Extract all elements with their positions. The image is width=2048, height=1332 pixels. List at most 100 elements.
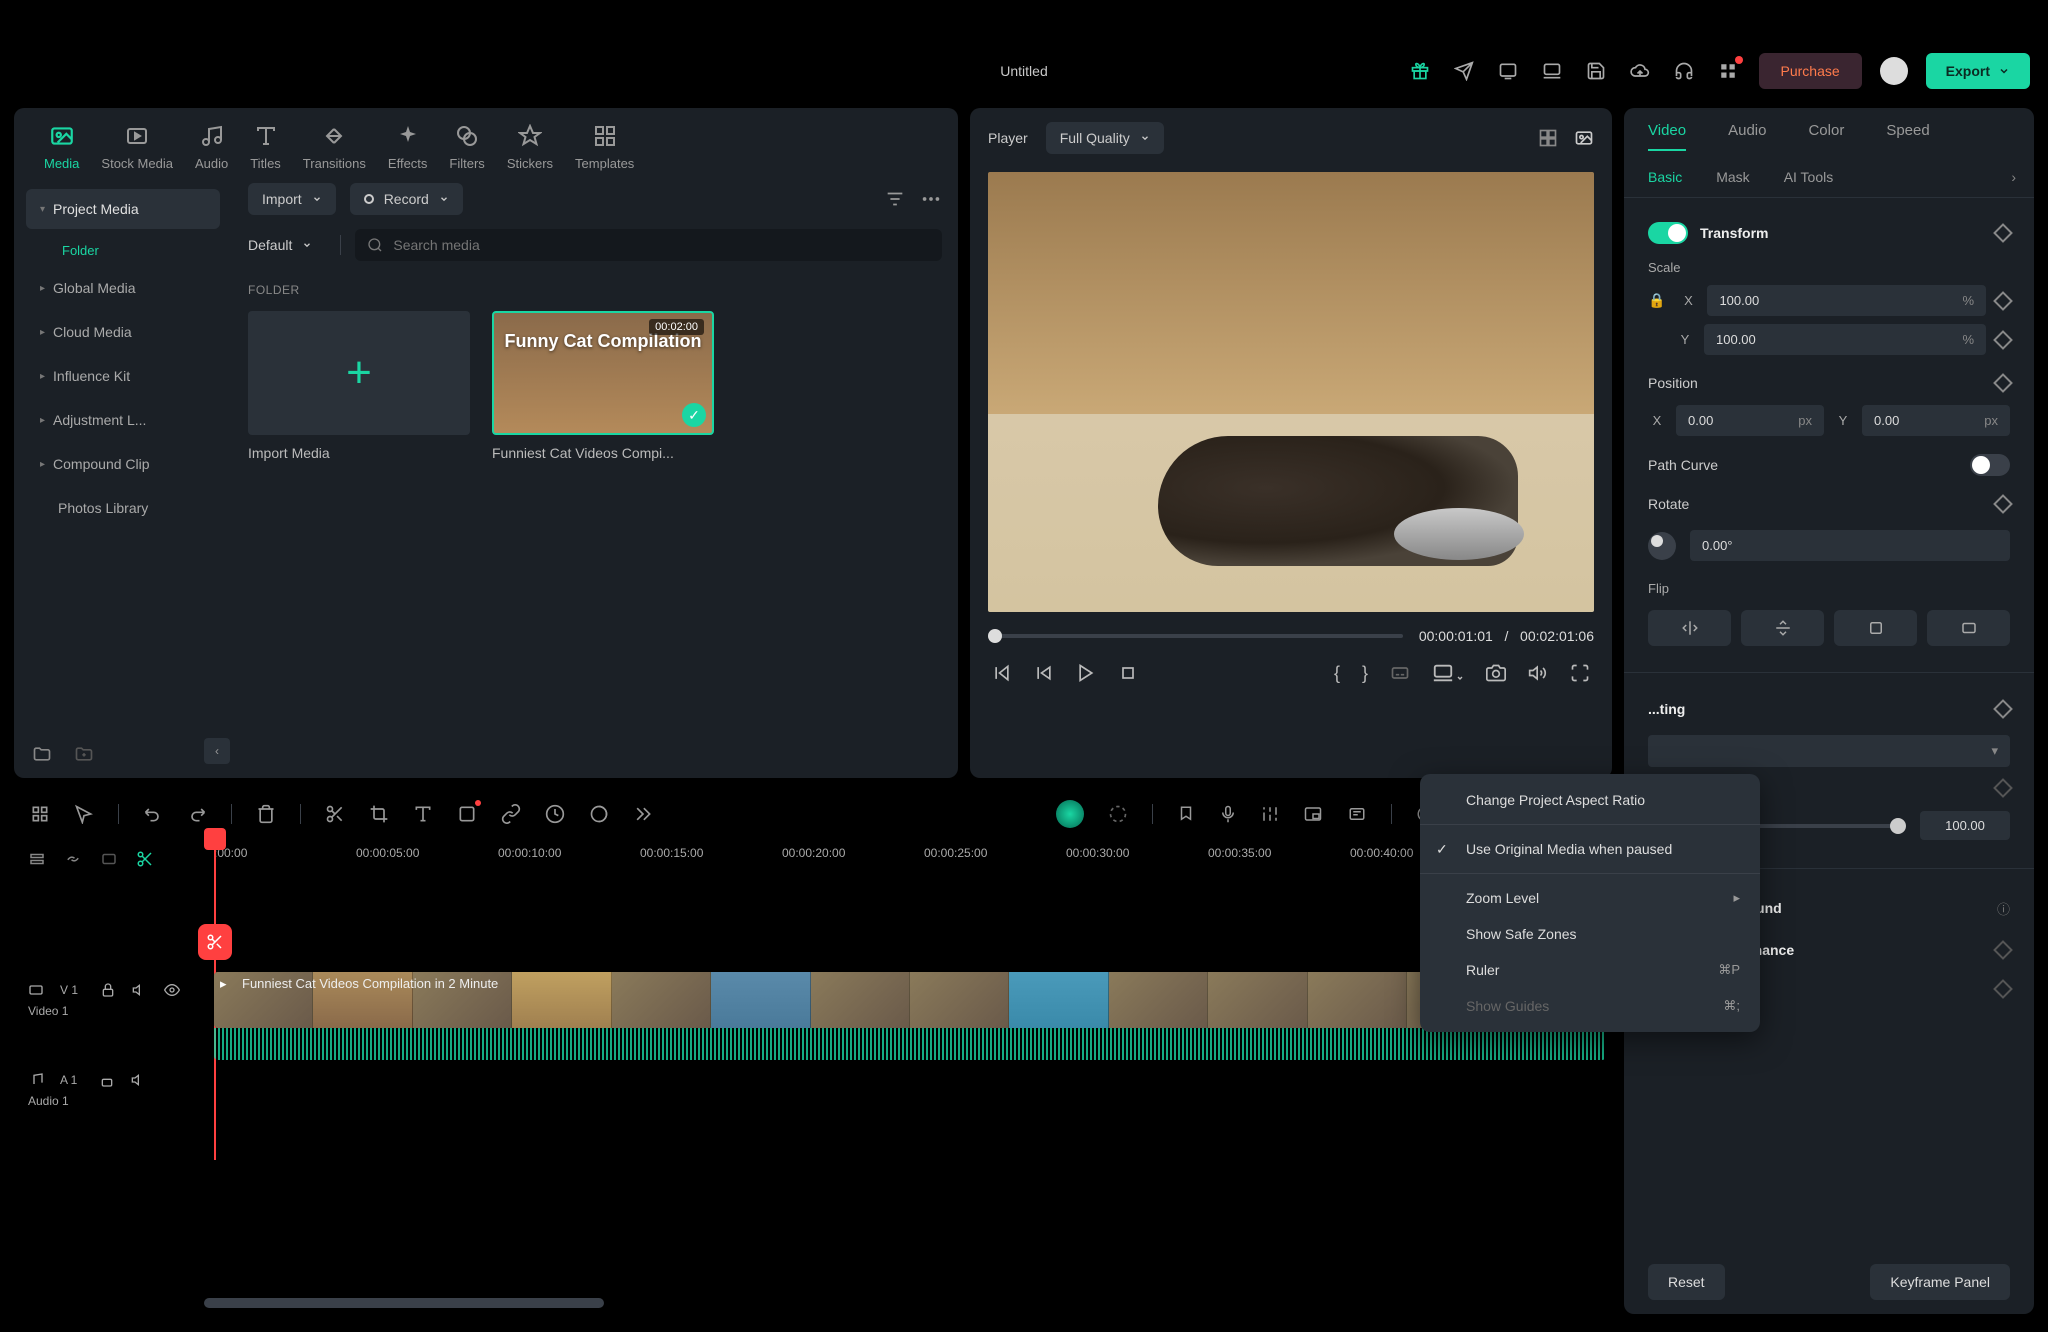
sidebar-compound-clip[interactable]: ▸Compound Clip xyxy=(26,444,220,484)
headphones-icon[interactable] xyxy=(1671,58,1697,84)
save-icon[interactable] xyxy=(1583,58,1609,84)
timeline-ruler[interactable]: :00:00 00:00:05:00 00:00:10:00 00:00:15:… xyxy=(214,846,1616,890)
sidebar-project-media[interactable]: ▾Project Media xyxy=(26,189,220,229)
sidebar-influence-kit[interactable]: ▸Influence Kit xyxy=(26,356,220,396)
track-header-icon[interactable] xyxy=(28,850,46,868)
menu-zoom-level[interactable]: Zoom Level▸ xyxy=(1420,880,1760,916)
purchase-button[interactable]: Purchase xyxy=(1759,53,1862,89)
tab-transitions[interactable]: Transitions xyxy=(303,122,366,171)
search-input[interactable] xyxy=(355,229,942,261)
prop-tab-speed[interactable]: Speed xyxy=(1886,122,1929,151)
tab-titles[interactable]: Titles xyxy=(250,122,281,171)
cloud-icon[interactable] xyxy=(1627,58,1653,84)
marker-icon[interactable] xyxy=(1177,804,1195,824)
flip-horizontal-button[interactable] xyxy=(1648,610,1731,646)
ai-assistant-icon[interactable] xyxy=(1056,800,1084,828)
display-settings-icon[interactable] xyxy=(1432,662,1464,684)
fullscreen-icon[interactable] xyxy=(1570,663,1590,683)
prop-tab-audio[interactable]: Audio xyxy=(1728,122,1766,151)
mute-icon[interactable] xyxy=(132,982,148,998)
new-bin-icon[interactable] xyxy=(74,744,94,764)
subtitle-icon[interactable] xyxy=(1390,663,1410,683)
media-clip-card[interactable]: Funny Cat Compilation 00:02:00 ✓ xyxy=(492,311,714,435)
text-icon[interactable] xyxy=(413,804,433,824)
track-options-icon[interactable] xyxy=(1347,805,1367,823)
scale-x-input[interactable]: 100.00% xyxy=(1707,285,1986,316)
shape-icon[interactable] xyxy=(457,804,477,824)
menu-ruler[interactable]: Ruler⌘P xyxy=(1420,952,1760,988)
sort-default[interactable]: Default xyxy=(248,229,326,261)
prev-frame-icon[interactable] xyxy=(992,663,1012,683)
keyframe-icon[interactable] xyxy=(1993,699,2013,719)
tab-stickers[interactable]: Stickers xyxy=(507,122,553,171)
pos-y-input[interactable]: 0.00px xyxy=(1862,405,2010,436)
player-scrubber[interactable] xyxy=(988,634,1403,638)
keyframe-icon[interactable] xyxy=(1993,330,2013,350)
audio-mixer-icon[interactable] xyxy=(1261,804,1279,824)
keyframe-panel-button[interactable]: Keyframe Panel xyxy=(1870,1264,2010,1300)
flip-fit-button[interactable] xyxy=(1927,610,2010,646)
color-icon[interactable] xyxy=(589,804,609,824)
track-auto-icon[interactable] xyxy=(136,850,154,868)
export-button[interactable]: Export xyxy=(1926,53,2030,89)
tab-effects[interactable]: Effects xyxy=(388,122,428,171)
menu-safe-zones[interactable]: Show Safe Zones xyxy=(1420,916,1760,952)
playhead-cut-icon[interactable] xyxy=(198,924,232,960)
record-dropdown[interactable]: Record xyxy=(350,183,463,215)
menu-change-aspect[interactable]: Change Project Aspect Ratio xyxy=(1420,782,1760,818)
keyframe-icon[interactable] xyxy=(1993,940,2013,960)
magnet-icon[interactable] xyxy=(30,804,50,824)
path-curve-toggle[interactable] xyxy=(1970,454,2010,476)
select-icon[interactable] xyxy=(74,804,94,824)
stop-icon[interactable] xyxy=(1118,663,1138,683)
filter-icon[interactable] xyxy=(884,188,906,210)
more-icon[interactable] xyxy=(920,188,942,210)
tab-media[interactable]: Media xyxy=(44,122,79,171)
send-icon[interactable] xyxy=(1451,58,1477,84)
timeline-scrollbar[interactable] xyxy=(204,1298,1606,1308)
monitor-icon[interactable] xyxy=(1539,58,1565,84)
rotate-input[interactable]: 0.00° xyxy=(1690,530,2010,561)
visibility-icon[interactable] xyxy=(164,982,180,998)
sidebar-adjustment-layer[interactable]: ▸Adjustment L... xyxy=(26,400,220,440)
prop-sub-mask[interactable]: Mask xyxy=(1716,169,1749,185)
flip-reset-button[interactable] xyxy=(1834,610,1917,646)
mic-icon[interactable] xyxy=(1219,804,1237,824)
sidebar-folder[interactable]: Folder xyxy=(26,233,220,268)
flip-vertical-button[interactable] xyxy=(1741,610,1824,646)
info-icon[interactable]: ⓘ xyxy=(1997,899,2010,918)
tab-audio[interactable]: Audio xyxy=(195,122,228,171)
split-icon[interactable] xyxy=(325,804,345,824)
snapshot-icon[interactable] xyxy=(1486,663,1506,683)
crop-icon[interactable] xyxy=(369,804,389,824)
timeline-audio-wave[interactable] xyxy=(214,1028,1606,1060)
link-icon[interactable] xyxy=(501,804,521,824)
prop-sub-ai-tools[interactable]: AI Tools xyxy=(1784,169,1834,185)
lock-icon[interactable] xyxy=(99,1072,115,1088)
keyframe-icon[interactable] xyxy=(1993,291,2013,311)
import-media-card[interactable]: + xyxy=(248,311,470,435)
pos-x-input[interactable]: 0.00px xyxy=(1676,405,1824,436)
grid-view-icon[interactable] xyxy=(1538,128,1558,148)
blend-mode-dropdown[interactable]: ▾ xyxy=(1648,735,2010,767)
transform-toggle[interactable] xyxy=(1648,222,1688,244)
mark-out-icon[interactable]: } xyxy=(1362,663,1368,684)
keyframe-icon[interactable] xyxy=(1993,979,2013,999)
prop-tab-video[interactable]: Video xyxy=(1648,122,1686,151)
tab-templates[interactable]: Templates xyxy=(575,122,634,171)
lock-icon[interactable] xyxy=(100,982,116,998)
gift-icon[interactable] xyxy=(1407,58,1433,84)
apps-icon[interactable] xyxy=(1715,58,1741,84)
prop-sub-basic[interactable]: Basic xyxy=(1648,169,1682,185)
sidebar-cloud-media[interactable]: ▸Cloud Media xyxy=(26,312,220,352)
rotate-knob[interactable] xyxy=(1648,532,1676,560)
track-cut-icon[interactable] xyxy=(100,850,118,868)
new-folder-icon[interactable] xyxy=(32,744,52,764)
quality-dropdown[interactable]: Full Quality xyxy=(1046,122,1164,154)
play-icon[interactable] xyxy=(1076,663,1096,683)
opacity-value[interactable]: 100.00 xyxy=(1920,811,2010,840)
tab-filters[interactable]: Filters xyxy=(449,122,484,171)
volume-icon[interactable] xyxy=(1528,663,1548,683)
scale-y-input[interactable]: 100.00% xyxy=(1704,324,1986,355)
speed-icon[interactable] xyxy=(545,804,565,824)
